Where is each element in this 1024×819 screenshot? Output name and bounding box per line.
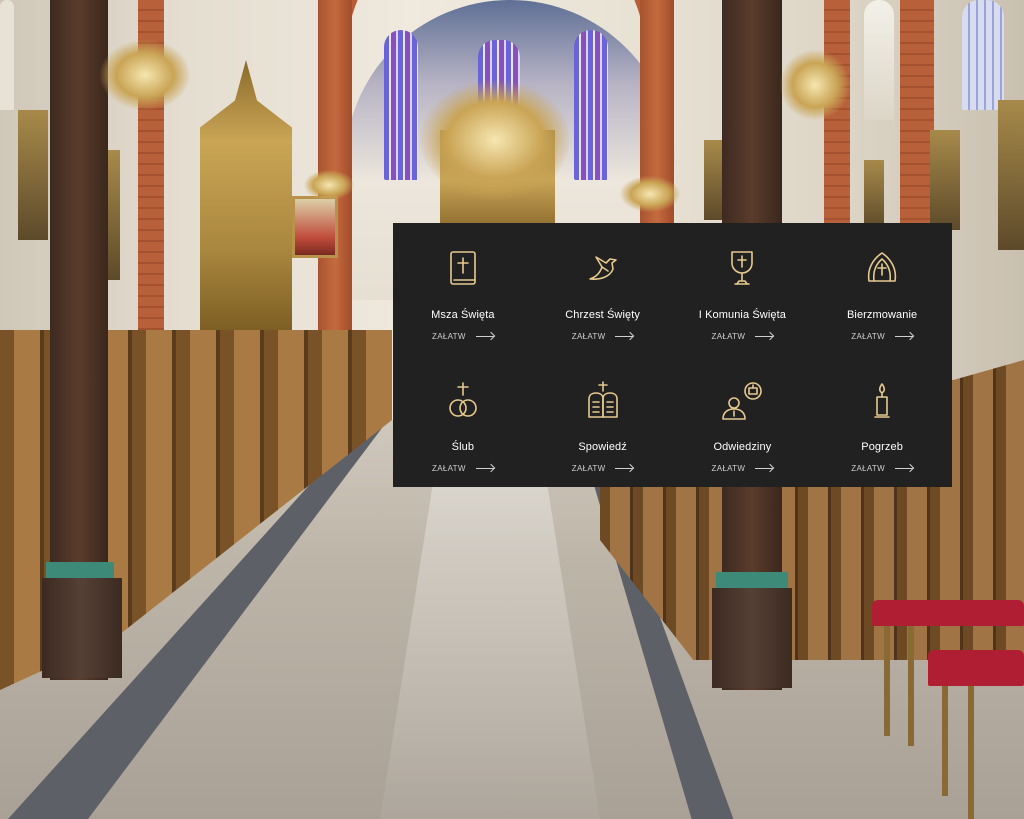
arrow-right-icon [755,468,774,469]
arrange-link[interactable]: ZAŁATW [712,464,774,473]
side-window [962,0,1004,110]
pillar-band [716,572,788,588]
arch-column-left [318,0,352,330]
arrow-right-icon [615,336,634,337]
chandelier [780,50,850,120]
side-window [864,0,894,120]
service-tile-chrzest[interactable]: Chrzest Święty ZAŁATW [533,223,673,355]
service-label: Chrzest Święty [565,309,640,321]
service-tile-bierzmowanie[interactable]: Bierzmowanie ZAŁATW [812,223,952,355]
bench-leg [968,686,974,819]
bench-leg [884,626,890,736]
service-label: Odwiedziny [713,441,772,453]
pillar-base [42,578,122,678]
stained-glass-window [574,30,608,180]
service-tile-odwiedziny[interactable]: Odwiedziny ZAŁATW [673,355,813,487]
arrow-right-icon [894,336,913,337]
commandments-tablets-icon [587,381,618,418]
bench-leg [942,686,948,796]
mitre-icon [867,252,897,282]
service-label: Pogrzeb [861,441,903,453]
arrange-link[interactable]: ZAŁATW [851,332,913,341]
wall-shrine [930,130,960,230]
arrow-right-icon [894,468,913,469]
chandelier [420,80,570,200]
chandelier [620,176,680,212]
arrow-right-icon [615,468,634,469]
wall-shrine [704,140,724,220]
wedding-rings-icon [449,382,477,417]
wall-shrine [18,110,48,240]
arrange-link[interactable]: ZAŁATW [572,332,634,341]
stained-glass-window [384,30,418,180]
service-label: Spowiedź [578,441,627,453]
service-tile-msza[interactable]: Msza Święta ZAŁATW [393,223,533,355]
chandelier [100,40,190,110]
portrait-painting [292,196,338,258]
bible-icon [450,251,476,285]
chalice-icon [731,251,754,285]
service-label: I Komunia Święta [698,309,786,321]
services-panel: Msza Święta ZAŁATW Chrzest Święty ZAŁATW… [393,223,952,487]
arrange-link[interactable]: ZAŁATW [712,332,774,341]
arrange-link[interactable]: ZAŁATW [572,464,634,473]
arrow-right-icon [755,336,774,337]
side-window [0,0,14,110]
dove-icon [588,256,617,280]
arrow-right-icon [475,336,494,337]
wall-shrine [864,160,884,230]
kneeler-bench [928,650,1024,686]
kneeler-bench [872,600,1024,626]
service-tile-pogrzeb[interactable]: Pogrzeb ZAŁATW [812,355,952,487]
bench-leg [908,626,914,746]
priest-visit-icon [722,382,763,420]
service-label: Bierzmowanie [846,309,918,321]
candle-icon [874,383,890,418]
arrange-link[interactable]: ZAŁATW [432,464,494,473]
arrange-link[interactable]: ZAŁATW [851,464,913,473]
wall-shrine [998,100,1024,250]
pillar-base [712,588,792,688]
service-label: Msza Święta [431,309,495,321]
chandelier [304,170,354,200]
arrange-link[interactable]: ZAŁATW [432,332,494,341]
service-tile-slub[interactable]: Ślub ZAŁATW [393,355,533,487]
arrow-right-icon [475,468,494,469]
service-tile-komunia[interactable]: I Komunia Święta ZAŁATW [673,223,813,355]
pillar-band [46,562,114,578]
service-label: Ślub [451,441,475,453]
service-tile-spowiedz[interactable]: Spowiedź ZAŁATW [533,355,673,487]
